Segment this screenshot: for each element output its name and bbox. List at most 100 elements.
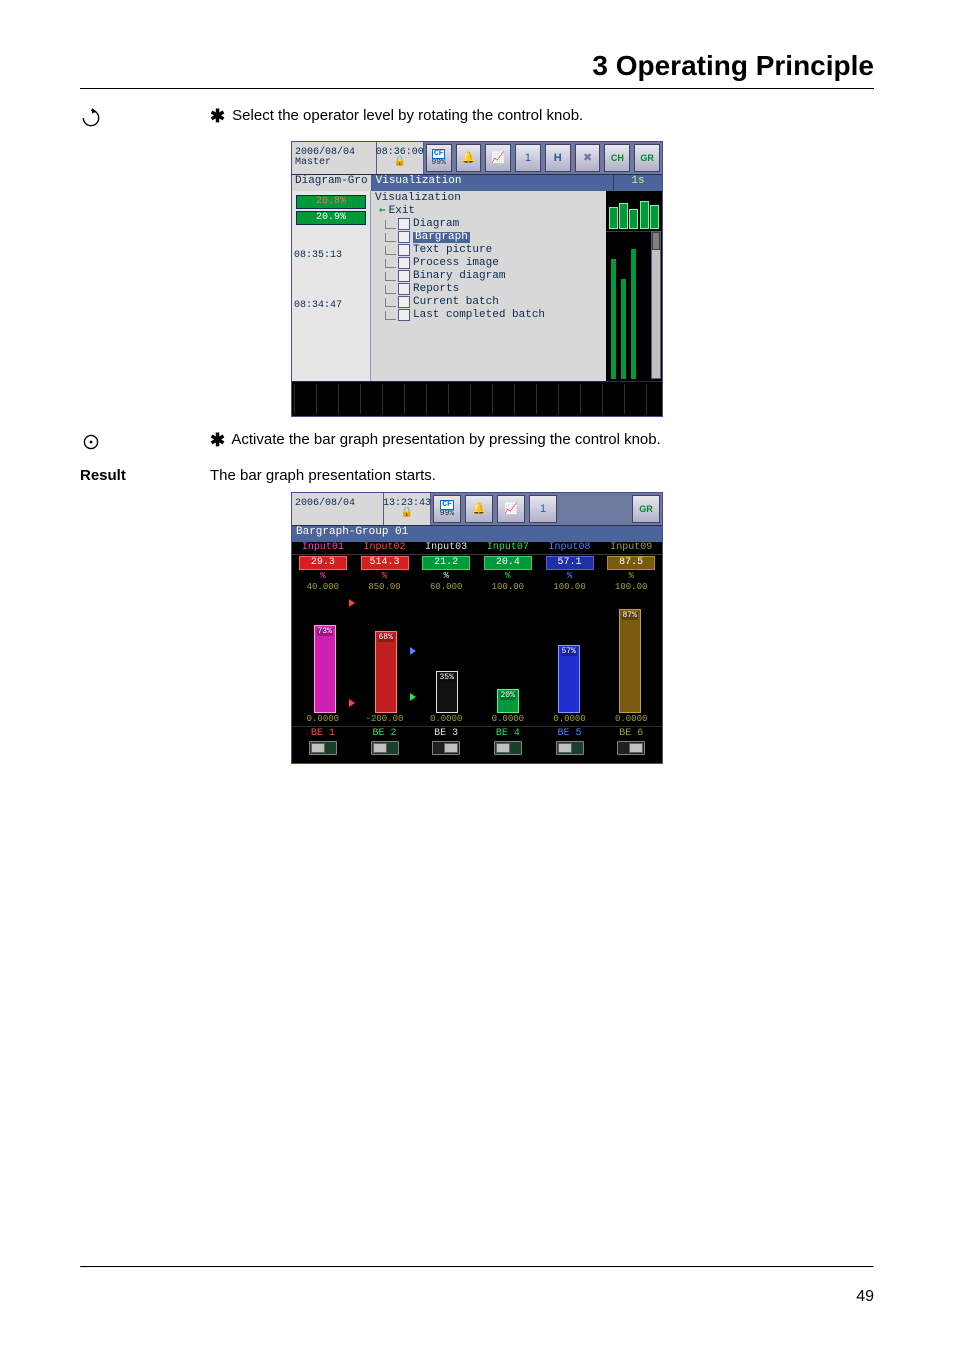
switch-icon <box>371 741 399 755</box>
channel-scale-min: -200.00 <box>354 714 416 725</box>
channel-value-cell: 21.2 <box>415 555 477 571</box>
tree-item-label: Text picture <box>413 245 492 256</box>
footer-rule <box>80 1266 874 1268</box>
channel-name: Input01 <box>292 542 354 554</box>
alarm-bell-icon[interactable]: 🔔 <box>456 144 482 172</box>
bar-percent-label: 68% <box>378 634 394 642</box>
channel-values-row: 29.3514.321.220.457.187.5 <box>292 555 662 571</box>
channel-name: Input07 <box>477 542 539 554</box>
tree-item-label: Bargraph <box>413 232 470 243</box>
channel-scale-max: 100.00 <box>600 582 662 593</box>
tools-icon[interactable]: ✖ <box>575 144 601 172</box>
binary-input: BE 4 <box>477 729 539 759</box>
scr1-right-panel <box>606 191 662 381</box>
tree-item[interactable]: Reports <box>375 283 602 295</box>
switch-icon <box>556 741 584 755</box>
channel-scale-max: 40.000 <box>292 582 354 593</box>
tree-item-label: Binary diagram <box>413 271 505 282</box>
bargraph-bar: 20% <box>497 689 519 713</box>
channel-name: Input02 <box>354 542 416 554</box>
tree-item[interactable]: Current batch <box>375 296 602 308</box>
tree-item[interactable]: Last completed batch <box>375 309 602 321</box>
cf-status-icon[interactable]: CF 99% <box>426 144 452 172</box>
tree-item-label: Current batch <box>413 297 499 308</box>
tree-node-icon <box>398 270 410 282</box>
scr1-left-title: Diagram-Gro <box>292 175 372 191</box>
pct-box-2: 20.9% <box>296 211 366 225</box>
binary-input-label: BE 4 <box>477 729 539 739</box>
bar-slot: 35% <box>416 593 477 713</box>
rotate-knob-icon <box>80 107 102 129</box>
ch-next-icon[interactable]: CH <box>604 144 630 172</box>
binary-input: BE 5 <box>539 729 601 759</box>
bar-percent-label: 57% <box>561 648 577 656</box>
cf-status-icon[interactable]: CF 99% <box>433 495 461 523</box>
channel-value-cell: 20.4 <box>477 555 539 571</box>
tree-item-label: Diagram <box>413 219 459 230</box>
scr1-left-panel: 20.8% 20.9% 08:35:13 08:34:47 <box>292 191 371 381</box>
channel-top-scale-row: 40.000850.0060.000100.00100.00100.00 <box>292 582 662 593</box>
rewind-icon[interactable]: H <box>545 144 571 172</box>
tree-item[interactable]: Binary diagram <box>375 270 602 282</box>
alarm-bell-icon[interactable]: 🔔 <box>465 495 493 523</box>
bar-slot: 87% <box>599 593 660 713</box>
channel-scale-min: 0.0000 <box>477 714 539 725</box>
scr1-footer-grid <box>292 381 662 416</box>
switch-icon <box>617 741 645 755</box>
trend-icon[interactable]: 📈 <box>485 144 511 172</box>
result-row: Result The bar graph presentation starts… <box>80 467 874 484</box>
gr-next-icon[interactable]: GR <box>634 144 660 172</box>
bargraph-bar: 35% <box>436 671 458 713</box>
tree-node-icon <box>398 244 410 256</box>
channel-value-cell: 29.3 <box>292 555 354 571</box>
scr2-date: 2006/08/04 <box>295 499 380 509</box>
tree-item[interactable]: Text picture <box>375 244 602 256</box>
channel-units-row: %%%%%% <box>292 571 662 582</box>
screenshot-visualization-menu: 2006/08/04 Master 08:36:00 🔒 CF 99% 🔔 📈 … <box>291 141 663 417</box>
bargraph-bar: 87% <box>619 609 641 713</box>
bargraph-area: 73%68%35%20%57%87% <box>292 593 662 713</box>
time-tick-1: 08:35:13 <box>294 251 368 261</box>
channel-unit: % <box>477 571 539 582</box>
tree-item-label: Process image <box>413 258 499 269</box>
gr-next-icon[interactable]: GR <box>632 495 660 523</box>
scr1-subtitle-bar: Diagram-Gro Visualization 1s <box>292 175 662 191</box>
binary-inputs-row: BE 1BE 2BE 3BE 4BE 5BE 6 <box>292 726 662 763</box>
scr1-menu-panel: Visualization ⇐ Exit DiagramBargraphText… <box>371 191 606 381</box>
trend-icon[interactable]: 📈 <box>497 495 525 523</box>
tree-node-icon <box>398 231 410 243</box>
binary-input-label: BE 3 <box>415 729 477 739</box>
binary-input-label: BE 1 <box>292 729 354 739</box>
tree-item-label: Reports <box>413 284 459 295</box>
scroll-thumb[interactable] <box>652 232 660 250</box>
channel-scale-max: 60.000 <box>415 582 477 593</box>
bar-percent-label: 20% <box>500 692 516 700</box>
tree-item[interactable]: Process image <box>375 257 602 269</box>
scr1-time-area: 08:36:00 🔒 <box>377 142 424 174</box>
screenshot-bargraph: 2006/08/04 13:23:43 🔒 CF 99% 🔔 📈 1 <box>291 492 663 764</box>
page-1-icon[interactable]: 1 <box>529 495 557 523</box>
channel-value-cell: 514.3 <box>354 555 416 571</box>
bullet-star-icon: ✱ <box>210 433 228 448</box>
tree-exit[interactable]: ⇐ Exit <box>375 206 602 217</box>
tree-item[interactable]: Diagram <box>375 218 602 230</box>
channel-value: 87.5 <box>607 556 655 570</box>
channel-scale-max: 850.00 <box>354 582 416 593</box>
scr1-menu-title: Visualization <box>372 175 613 191</box>
rotate-knob-icon-cell <box>80 107 210 133</box>
binary-input: BE 6 <box>600 729 662 759</box>
binary-input-label: BE 6 <box>600 729 662 739</box>
step-2-row: ✱ Activate the bar graph presentation by… <box>80 431 874 457</box>
scrollbar[interactable] <box>651 231 661 379</box>
scr1-timespan: 1s <box>613 175 662 191</box>
pct-box-1: 20.8% <box>296 195 366 209</box>
step-2-text: Activate the bar graph presentation by p… <box>231 431 660 448</box>
page-1-icon[interactable]: 1 <box>515 144 541 172</box>
bar-percent-label: 35% <box>439 674 455 682</box>
channel-scale-max: 100.00 <box>477 582 539 593</box>
channel-bottom-scale-row: 0.0000-200.000.00000.00000.00000.0000 <box>292 713 662 726</box>
tree-item[interactable]: Bargraph <box>375 231 602 243</box>
scr1-toolbar: 2006/08/04 Master 08:36:00 🔒 CF 99% 🔔 📈 … <box>292 142 662 175</box>
press-knob-icon-cell <box>80 431 210 457</box>
tree-node-icon <box>398 218 410 230</box>
